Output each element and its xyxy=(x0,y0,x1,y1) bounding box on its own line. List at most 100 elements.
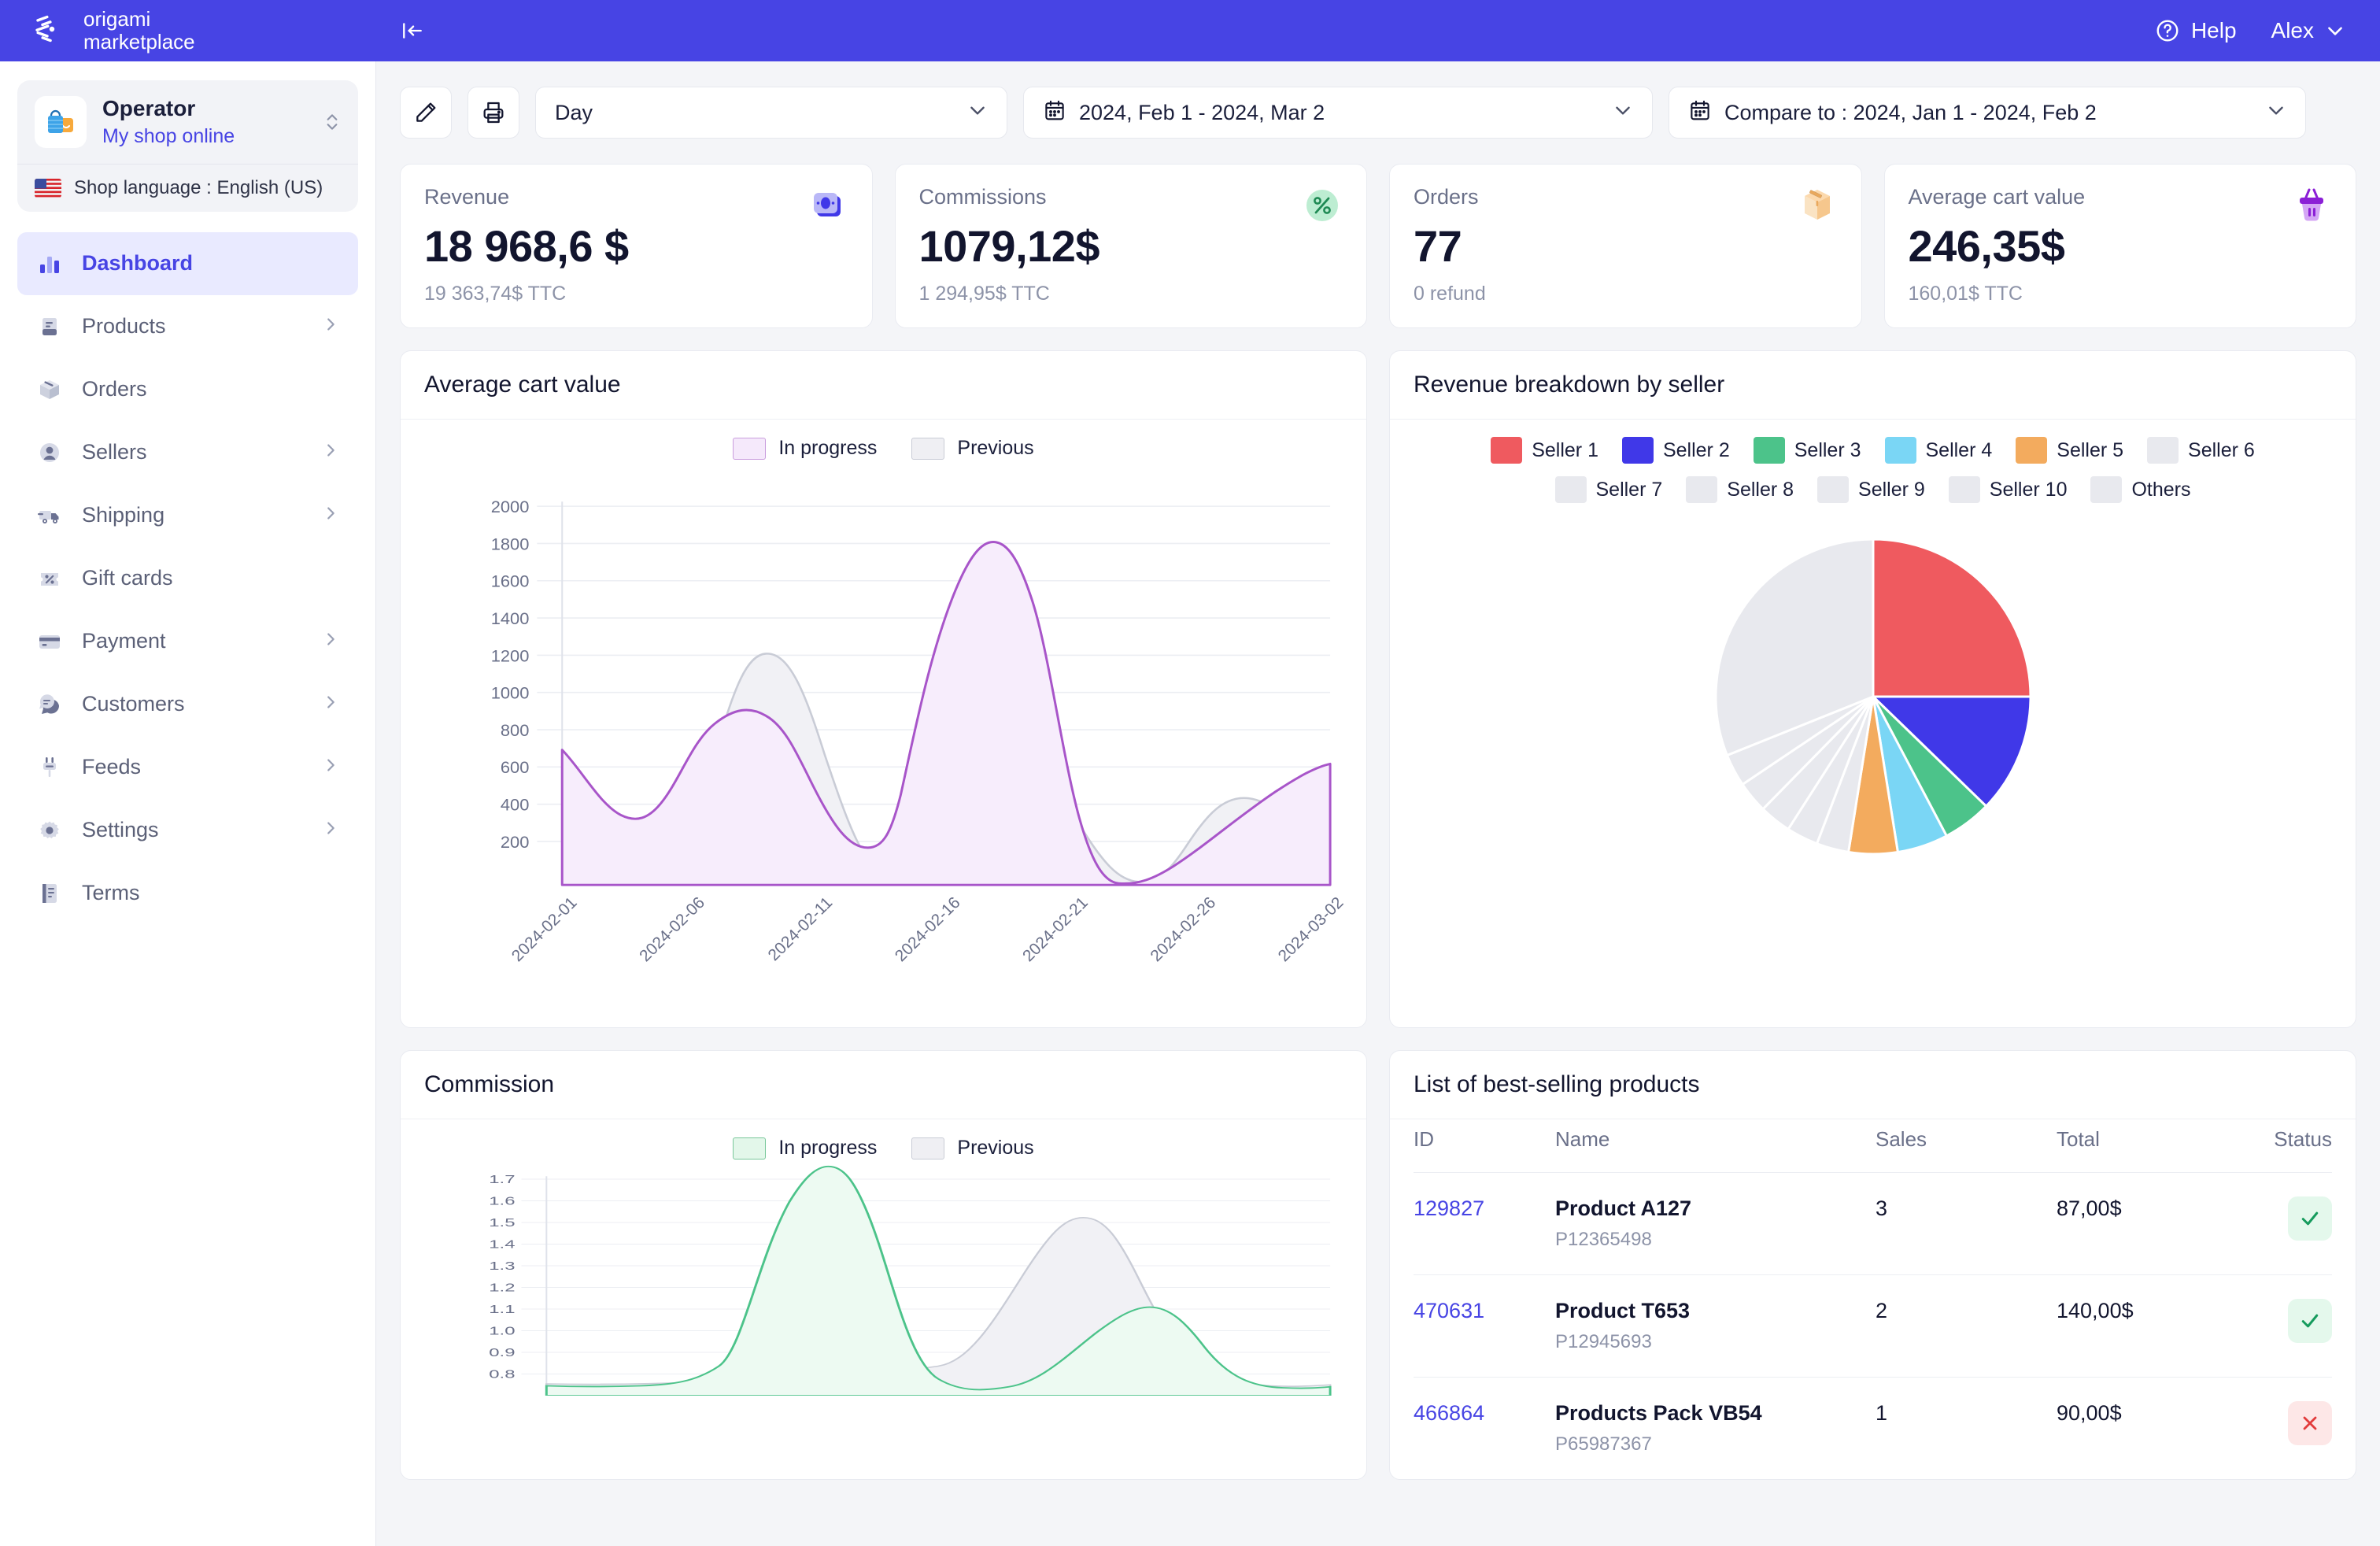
panel-body: ID Name Sales Total Status 129827 Produc… xyxy=(1390,1119,2356,1479)
chevron-down-icon xyxy=(2328,27,2342,35)
sidebar-item-shipping[interactable]: Shipping xyxy=(17,484,358,547)
chat-icon xyxy=(36,691,63,718)
legend-item[interactable]: In progress xyxy=(733,1137,877,1160)
legend-item[interactable]: Seller 4 xyxy=(1884,437,1992,464)
kpi-title: Average cart value xyxy=(1908,185,2086,209)
compare-range-select[interactable]: Compare to : 2024, Jan 1 - 2024, Feb 2 xyxy=(1669,87,2306,139)
legend-item[interactable]: Seller 7 xyxy=(1554,476,1662,503)
shop-selector[interactable]: Operator My shop online Shop language: … xyxy=(17,80,358,212)
sidebar-item-settings[interactable]: Settings xyxy=(17,799,358,862)
date-range-select[interactable]: 2024, Feb 1 - 2024, Mar 2 xyxy=(1023,87,1653,139)
average-cart-value-chart: 2000 1800 1600 1400 1200 1000 800 600 400 200 xyxy=(421,460,1347,1007)
legend-swatch xyxy=(1753,437,1785,464)
legend-label: Previous xyxy=(957,1137,1034,1159)
status-badge xyxy=(2288,1196,2332,1241)
chevron-right-icon[interactable] xyxy=(322,819,339,841)
sidebar-item-payment[interactable]: Payment xyxy=(17,610,358,673)
table-row: 466864 Products Pack VB54 P65987367 1 90… xyxy=(1414,1378,2332,1480)
legend-label: In progress xyxy=(778,1137,878,1159)
sidebar-item-orders[interactable]: Orders xyxy=(17,358,358,421)
chevron-right-icon[interactable] xyxy=(322,316,339,338)
sidebar-item-gift-cards[interactable]: Gift cards xyxy=(17,547,358,610)
product-sales: 3 xyxy=(1876,1196,1888,1220)
legend-item[interactable]: Seller 10 xyxy=(1948,476,2067,503)
legend-item[interactable]: Seller 2 xyxy=(1621,437,1730,464)
collapse-sidebar-icon[interactable] xyxy=(395,13,430,48)
shop-language[interactable]: Shop language : English (US) xyxy=(17,163,358,212)
svg-text:1.1: 1.1 xyxy=(489,1303,515,1316)
chevron-right-icon[interactable] xyxy=(322,693,339,716)
legend-item[interactable]: Seller 8 xyxy=(1686,476,1794,503)
kpi-card-average-cart-value: Average cart value 246,35$ 160,01$ TTC xyxy=(1883,164,2356,328)
sidebar-item-sellers[interactable]: Sellers xyxy=(17,421,358,484)
panel-body: In progress Previous xyxy=(401,1119,1366,1420)
product-id-link[interactable]: 129827 xyxy=(1414,1196,1484,1220)
kpi-value: 1079,12$ xyxy=(918,221,1100,271)
help-button[interactable]: Help xyxy=(2155,18,2237,43)
charts-row-1: Average cart value In progress Previous xyxy=(400,350,2356,1028)
sidebar-item-dashboard[interactable]: Dashboard xyxy=(17,231,358,295)
best-selling-products-table: ID Name Sales Total Status 129827 Produc… xyxy=(1414,1119,2332,1479)
legend-item[interactable]: In progress xyxy=(733,437,877,460)
legend-swatch xyxy=(1491,437,1523,464)
chevron-right-icon[interactable] xyxy=(322,631,339,653)
kpi-value: 18 968,6 $ xyxy=(424,221,629,271)
legend-label: Seller 3 xyxy=(1794,438,1861,461)
product-total: 87,00$ xyxy=(2057,1196,2122,1220)
legend-item[interactable]: Seller 3 xyxy=(1753,437,1861,464)
book-icon xyxy=(36,313,63,340)
shopping-bag-icon xyxy=(35,95,87,148)
edit-dashboard-button[interactable] xyxy=(400,87,452,139)
product-id-link[interactable]: 470631 xyxy=(1414,1299,1484,1322)
basket-icon xyxy=(2289,183,2334,227)
us-flag-icon xyxy=(35,178,61,198)
sidebar-item-products[interactable]: Products xyxy=(17,295,358,358)
calendar-icon xyxy=(1043,98,1066,128)
svg-text:2000: 2000 xyxy=(491,497,530,516)
user-menu-button[interactable]: Alex xyxy=(2271,18,2345,43)
panel-header: List of best-selling products xyxy=(1390,1051,2356,1119)
shop-name: Operator xyxy=(102,96,196,120)
bar-chart-icon xyxy=(36,250,63,277)
print-button[interactable] xyxy=(468,87,519,139)
sidebar-item-customers[interactable]: Customers xyxy=(17,673,358,736)
sidebar-item-terms[interactable]: Terms xyxy=(17,862,358,925)
gear-icon xyxy=(36,817,63,844)
shop-selector-top[interactable]: Operator My shop online xyxy=(17,80,358,164)
sidebar-item-label: Feeds xyxy=(82,755,142,779)
column-header-sales: Sales xyxy=(1876,1119,2057,1173)
sidebar-item-feeds[interactable]: Feeds xyxy=(17,736,358,799)
shop-meta: Operator My shop online xyxy=(102,94,308,150)
chevron-right-icon[interactable] xyxy=(322,756,339,779)
legend-item[interactable]: Previous xyxy=(911,1137,1034,1160)
legend-swatch xyxy=(733,437,767,460)
svg-text:2024-02-01: 2024-02-01 xyxy=(508,893,581,965)
svg-text:1.3: 1.3 xyxy=(489,1259,515,1273)
question-circle-icon xyxy=(2156,20,2179,42)
box-icon xyxy=(36,376,63,403)
legend-item[interactable]: Others xyxy=(2090,476,2191,503)
legend-swatch xyxy=(1621,437,1654,464)
chevron-up-down-icon[interactable] xyxy=(323,110,341,134)
panel-average-cart-value: Average cart value In progress Previous xyxy=(400,350,1367,1028)
granularity-select[interactable]: Day xyxy=(535,87,1007,139)
legend-label: Seller 9 xyxy=(1858,478,1925,501)
kpi-subtitle: 1 294,95$ TTC xyxy=(918,283,1050,305)
legend-item[interactable]: Seller 9 xyxy=(1817,476,1925,503)
legend-item[interactable]: Previous xyxy=(911,437,1034,460)
help-label: Help xyxy=(2190,18,2237,43)
panel-title: Commission xyxy=(424,1071,555,1097)
legend-item[interactable]: Seller 5 xyxy=(2016,437,2123,464)
legend-swatch xyxy=(1884,437,1916,464)
legend-item[interactable]: Seller 1 xyxy=(1491,437,1598,464)
kpi-subtitle: 0 refund xyxy=(1414,283,1486,305)
legend-item[interactable]: Seller 6 xyxy=(2147,437,2255,464)
legend-label: Seller 8 xyxy=(1727,478,1794,501)
legend-label: Previous xyxy=(957,437,1034,459)
chevron-right-icon[interactable] xyxy=(322,442,339,464)
chart-legend: In progress Previous xyxy=(421,1137,1346,1160)
legend-label: Seller 2 xyxy=(1662,438,1730,461)
panel-body: Seller 1 Seller 2 Seller 3 Seller 4 Sell… xyxy=(1390,420,2356,882)
chevron-right-icon[interactable] xyxy=(322,505,339,527)
product-id-link[interactable]: 466864 xyxy=(1414,1401,1484,1425)
